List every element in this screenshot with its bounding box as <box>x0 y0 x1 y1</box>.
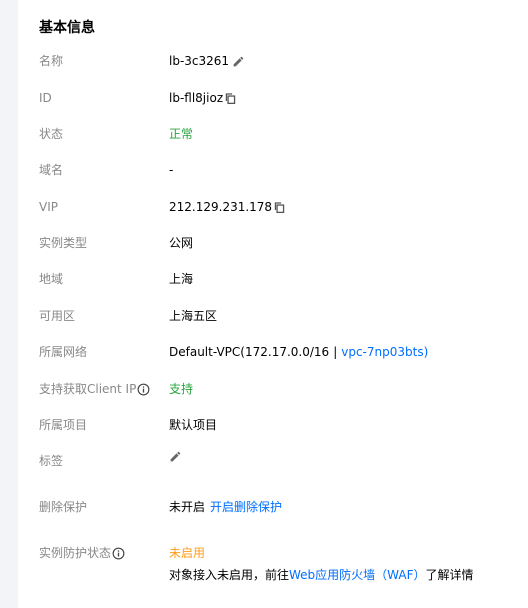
value-region: 上海 <box>169 272 194 286</box>
row-id: ID lb-fll8jioz <box>18 87 528 109</box>
label-status: 状态 <box>39 127 64 141</box>
row-zone: 可用区 上海五区 <box>18 305 528 327</box>
waf-note: 对象接入未启用，前往Web应用防火墙（WAF）了解详情 <box>169 564 474 586</box>
label-name: 名称 <box>39 54 64 68</box>
value-zone: 上海五区 <box>169 309 218 323</box>
label-delete-protection: 删除保护 <box>39 500 88 514</box>
pencil-icon[interactable] <box>169 450 182 463</box>
network-name: Default-VPC(172.17.0.0/16 <box>169 345 330 359</box>
value-name: lb-3c3261 <box>169 50 245 72</box>
info-icon[interactable] <box>137 383 150 396</box>
delete-protection-status: 未开启 <box>169 500 206 514</box>
value-tags <box>169 450 182 463</box>
row-vip: VIP 212.129.231.178 <box>18 196 528 218</box>
section-title: 基本信息 <box>39 20 95 36</box>
label-network: 所属网络 <box>39 345 88 359</box>
value-domain: - <box>169 163 174 177</box>
row-region: 地域 上海 <box>18 268 528 290</box>
label-zone: 可用区 <box>39 309 76 323</box>
row-project: 所属项目 默认项目 <box>18 414 528 436</box>
row-instance-protection: 实例防护状态 未启用 对象接入未启用，前往Web应用防火墙（WAF）了解详情 <box>18 542 528 588</box>
value-delete-protection: 未开启 开启删除保护 <box>169 496 282 518</box>
separator: | <box>333 345 338 359</box>
label-instance-type: 实例类型 <box>39 236 88 250</box>
waf-note-prefix: 对象接入未启用，前往 <box>169 568 290 582</box>
copy-icon[interactable] <box>224 92 237 105</box>
waf-note-suffix: 了解详情 <box>425 568 474 582</box>
instance-protection-status: 未启用 <box>169 546 206 560</box>
label-project: 所属项目 <box>39 418 88 432</box>
row-domain: 域名 - <box>18 159 528 181</box>
network-close-paren: ) <box>423 345 429 359</box>
label-id: ID <box>39 91 52 105</box>
instance-name: lb-3c3261 <box>169 54 230 68</box>
client-ip-label-text: 支持获取Client IP <box>39 382 137 396</box>
copy-icon[interactable] <box>273 201 286 214</box>
label-domain: 域名 <box>39 163 64 177</box>
status-badge: 正常 <box>169 127 194 141</box>
instance-protection-label-text: 实例防护状态 <box>39 546 112 560</box>
label-region: 地域 <box>39 272 64 286</box>
label-client-ip: 支持获取Client IP <box>39 378 150 400</box>
info-icon[interactable] <box>112 547 125 560</box>
instance-id: lb-fll8jioz <box>169 91 224 105</box>
row-delete-protection: 删除保护 未开启 开启删除保护 <box>18 496 528 518</box>
value-id: lb-fll8jioz <box>169 87 237 109</box>
client-ip-status: 支持 <box>169 382 194 396</box>
pencil-icon[interactable] <box>232 55 245 68</box>
row-network: 所属网络 Default-VPC(172.17.0.0/16 | vpc-7np… <box>18 341 528 363</box>
value-vip: 212.129.231.178 <box>169 196 286 218</box>
vpc-link[interactable]: vpc-7np03bts <box>341 341 423 363</box>
row-tags: 标签 <box>18 450 528 472</box>
value-instance-type: 公网 <box>169 236 194 250</box>
vip-address: 212.129.231.178 <box>169 200 273 214</box>
value-network: Default-VPC(172.17.0.0/16 | vpc-7np03bts… <box>169 341 428 363</box>
waf-link[interactable]: Web应用防火墙（WAF） <box>289 568 425 582</box>
label-instance-protection: 实例防护状态 <box>39 542 125 564</box>
row-client-ip: 支持获取Client IP 支持 <box>18 378 528 400</box>
value-project: 默认项目 <box>169 418 218 432</box>
label-tags: 标签 <box>39 454 64 468</box>
row-instance-type: 实例类型 公网 <box>18 232 528 254</box>
label-vip: VIP <box>39 200 58 214</box>
row-name: 名称 lb-3c3261 <box>18 50 528 72</box>
basic-info-panel: 基本信息 名称 lb-3c3261 ID lb-fll8jioz 状态 正常 域… <box>18 0 528 608</box>
enable-delete-protection-link[interactable]: 开启删除保护 <box>210 496 282 518</box>
row-status: 状态 正常 <box>18 123 528 145</box>
